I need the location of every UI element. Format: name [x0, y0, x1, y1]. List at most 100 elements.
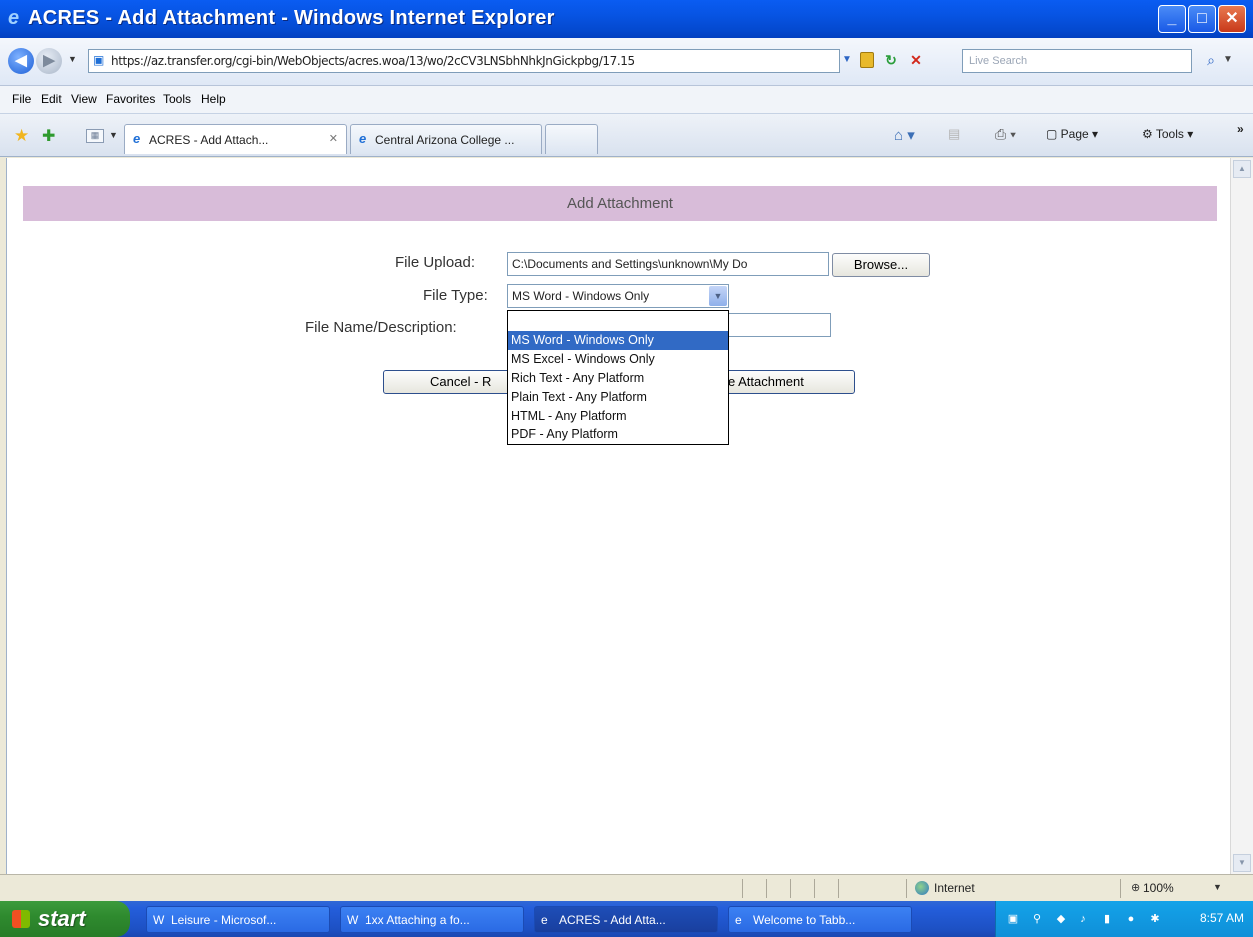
page-content: Add Attachment File Upload: C:\Documents…: [6, 158, 1230, 874]
zoom-icon: ⊕: [1131, 882, 1141, 894]
recent-pages-dropdown-icon[interactable]: ▼: [68, 54, 77, 64]
command-bar: ★ ✚ ▦ ▼ e ACRES - Add Attach... ✕ e Cent…: [0, 114, 1253, 157]
tab-acres-add-attachment[interactable]: e ACRES - Add Attach... ✕: [124, 124, 347, 154]
file-upload-input[interactable]: C:\Documents and Settings\unknown\My Do: [507, 252, 829, 276]
status-bar: Internet ⊕ 100% ▼: [0, 874, 1253, 901]
taskbar-item-acres[interactable]: e ACRES - Add Atta...: [534, 906, 718, 933]
ie-logo-icon: e: [8, 7, 20, 29]
browse-button[interactable]: Browse...: [832, 253, 930, 277]
taskbar-item-label: ACRES - Add Atta...: [559, 913, 666, 927]
feeds-icon[interactable]: ▤: [948, 126, 960, 142]
status-divider: [766, 879, 767, 898]
menu-bar: File Edit View Favorites Tools Help: [0, 86, 1253, 114]
close-tab-icon[interactable]: ✕: [329, 132, 338, 145]
menu-help[interactable]: Help: [201, 92, 226, 106]
ie-icon: e: [541, 913, 548, 927]
search-options-dropdown-icon[interactable]: ▼: [1223, 54, 1233, 65]
taskbar-item-label: Leisure - Microsof...: [171, 913, 277, 927]
vertical-scrollbar[interactable]: ▲ ▼: [1230, 158, 1253, 874]
taskbar-item-leisure[interactable]: W Leisure - Microsof...: [146, 906, 330, 933]
address-url[interactable]: https://az.transfer.org/cgi-bin/WebObjec…: [111, 54, 635, 68]
system-tray: ▣ ⚲ ◆ ♪ ▮ ● ✱ 8:57 AM: [995, 901, 1253, 937]
search-placeholder: Live Search: [969, 55, 1028, 67]
status-divider: [1120, 879, 1121, 898]
tray-security-icon[interactable]: ●: [1124, 912, 1138, 926]
zoom-level[interactable]: 100%: [1143, 881, 1174, 895]
chevron-down-icon[interactable]: ▼: [709, 286, 727, 306]
lock-icon[interactable]: [860, 52, 874, 68]
page-header: Add Attachment: [23, 186, 1217, 221]
maximize-button[interactable]: □: [1188, 5, 1216, 33]
forward-button[interactable]: ▶: [36, 48, 62, 74]
favorites-star-icon[interactable]: ★: [14, 126, 29, 146]
tab-label: ACRES - Add Attach...: [149, 133, 269, 147]
tray-signal-icon[interactable]: ▮: [1100, 912, 1114, 926]
scroll-up-icon[interactable]: ▲: [1233, 160, 1251, 178]
status-divider: [742, 879, 743, 898]
add-favorite-icon[interactable]: ✚: [42, 126, 55, 146]
status-divider: [838, 879, 839, 898]
security-zone[interactable]: Internet: [934, 881, 975, 895]
page-menu-button[interactable]: ▢ Page ▾: [1046, 127, 1098, 141]
status-divider: [790, 879, 791, 898]
page-menu-label: Page: [1060, 127, 1089, 141]
address-dropdown-icon[interactable]: ▼: [842, 54, 852, 65]
stop-icon[interactable]: ✕: [905, 50, 927, 70]
minimize-button[interactable]: _: [1158, 5, 1186, 33]
file-upload-label: File Upload:: [395, 254, 476, 271]
menu-edit[interactable]: Edit: [41, 92, 62, 106]
list-item[interactable]: MS Word - Windows Only: [508, 331, 728, 350]
address-bar[interactable]: ▣ https://az.transfer.org/cgi-bin/WebObj…: [88, 49, 840, 73]
tray-network-icon[interactable]: ⚲: [1030, 912, 1044, 926]
tab-central-arizona-college[interactable]: e Central Arizona College ...: [350, 124, 542, 154]
search-input[interactable]: Live Search: [962, 49, 1192, 73]
file-type-selected: MS Word - Windows Only: [512, 289, 650, 303]
new-tab-button[interactable]: [545, 124, 598, 154]
list-item[interactable]: HTML - Any Platform: [508, 407, 728, 426]
start-button[interactable]: start: [0, 901, 130, 937]
close-window-button[interactable]: ✕: [1218, 5, 1246, 33]
quick-tabs-icon[interactable]: ▦: [86, 129, 104, 143]
ie-page-icon: e: [359, 131, 367, 146]
menu-view[interactable]: View: [71, 92, 97, 106]
home-icon[interactable]: ⌂ ▾: [894, 126, 915, 144]
ie-page-icon: e: [133, 131, 141, 146]
back-button[interactable]: ◀: [8, 48, 34, 74]
taskbar-item-label: 1xx Attaching a fo...: [365, 913, 470, 927]
tray-shield-icon[interactable]: ◆: [1054, 912, 1068, 926]
status-divider: [906, 879, 907, 898]
list-item[interactable]: PDF - Any Platform: [508, 425, 728, 444]
taskbar-item-attaching[interactable]: W 1xx Attaching a fo...: [340, 906, 524, 933]
page-title: Add Attachment: [567, 195, 673, 212]
window-title-bar[interactable]: e ACRES - Add Attachment - Windows Inter…: [0, 0, 1253, 38]
zoom-dropdown-icon[interactable]: ▼: [1213, 882, 1222, 892]
menu-file[interactable]: File: [12, 92, 31, 106]
word-document-icon: W: [347, 913, 359, 927]
menu-tools[interactable]: Tools: [163, 92, 191, 106]
word-document-icon: W: [153, 913, 165, 927]
file-type-options-list[interactable]: MS Word - Windows Only MS Excel - Window…: [507, 310, 729, 445]
tray-volume-icon[interactable]: ♪: [1076, 912, 1090, 926]
tab-label: Central Arizona College ...: [375, 133, 515, 147]
scroll-down-icon[interactable]: ▼: [1233, 854, 1251, 872]
list-item[interactable]: MS Excel - Windows Only: [508, 350, 728, 369]
search-icon[interactable]: ⌕: [1201, 50, 1221, 70]
list-item[interactable]: Plain Text - Any Platform: [508, 388, 728, 407]
print-icon[interactable]: ⎙ ▾: [995, 126, 1016, 143]
list-item-blank[interactable]: [508, 311, 728, 331]
tray-update-icon[interactable]: ✱: [1148, 912, 1162, 926]
status-divider: [814, 879, 815, 898]
more-commands-button[interactable]: »: [1237, 122, 1244, 136]
list-item[interactable]: Rich Text - Any Platform: [508, 369, 728, 388]
refresh-icon[interactable]: ↻: [880, 50, 902, 70]
menu-favorites[interactable]: Favorites: [106, 92, 155, 106]
tools-menu-button[interactable]: ⚙ Tools ▾: [1142, 127, 1193, 141]
taskbar-item-welcome[interactable]: e Welcome to Tabb...: [728, 906, 912, 933]
tray-app-icon[interactable]: ▣: [1006, 912, 1020, 926]
window-title: ACRES - Add Attachment - Windows Interne…: [28, 7, 555, 29]
globe-icon: [915, 881, 929, 895]
file-type-select[interactable]: MS Word - Windows Only ▼: [507, 284, 729, 308]
start-label: start: [38, 906, 86, 931]
tab-list-dropdown-icon[interactable]: ▼: [109, 130, 118, 140]
taskbar-item-label: Welcome to Tabb...: [753, 913, 856, 927]
